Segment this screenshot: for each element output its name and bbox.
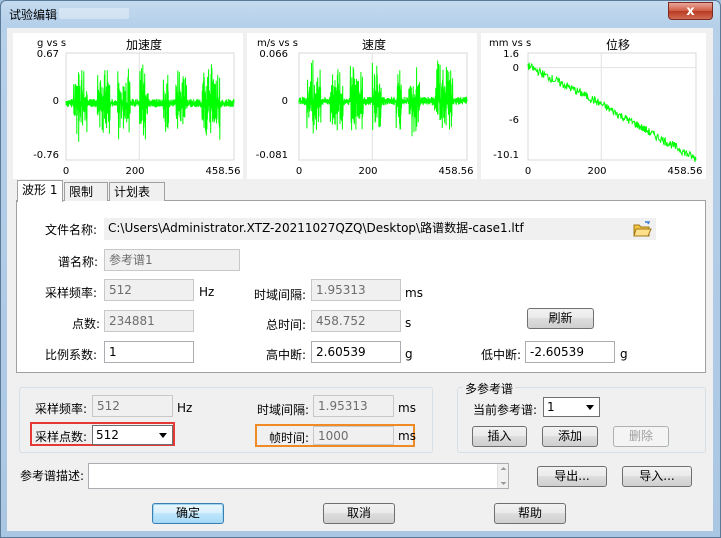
description-label: 参考谱描述:: [20, 469, 85, 483]
y-tick-label: 0: [282, 96, 288, 107]
x-tick-label: 458.56: [668, 166, 703, 177]
chart-displacement-svg: mm vs s 位移 1.6 0 -6 -10.1 0 200 458.56: [489, 37, 703, 177]
y-tick-label: 0.67: [37, 49, 59, 60]
high-abort-unit: g: [405, 347, 413, 361]
y-tick-label: 0: [53, 96, 59, 107]
series-line: [527, 62, 697, 162]
tab-limits[interactable]: 限制 1: [64, 182, 108, 217]
scale-field[interactable]: 1: [104, 341, 194, 363]
y-tick-label: -0.081: [256, 150, 288, 161]
tab-schedule[interactable]: 计划表 1: [109, 182, 165, 217]
sampling-rate-label: 采样频率:: [35, 402, 88, 416]
chart-displacement: mm vs s 位移 1.6 0 -6 -10.1 0 200 458.56: [481, 33, 706, 179]
folder-icon-svg: [633, 221, 652, 237]
high-abort-field[interactable]: 2.60539: [311, 341, 401, 363]
chart-plot-area: [65, 52, 235, 161]
chart-velocity: m/s vs s 速度 0.066 0 -0.081 0 200 458.56: [247, 33, 477, 179]
chart-acceleration: g vs s 加速度 0.67 0 -0.76 0 200 458.56: [13, 33, 243, 179]
close-button[interactable]: x: [668, 2, 713, 20]
sample-rate-unit: Hz: [199, 285, 215, 299]
y-tick-label: 0: [513, 63, 519, 74]
chart-title: 位移: [606, 37, 630, 52]
time-interval-field[interactable]: 1.95313: [311, 279, 401, 301]
y-tick-label: 0.066: [259, 49, 288, 60]
sampling-interval-field[interactable]: 1.95313: [313, 395, 394, 417]
export-button[interactable]: 导出...: [537, 466, 607, 487]
frame-time-unit: ms: [398, 429, 416, 443]
sampling-rate-unit: Hz: [177, 401, 193, 415]
x-tick-label: 200: [358, 166, 377, 177]
frame-time-field[interactable]: 1000: [313, 426, 394, 445]
low-abort-field[interactable]: -2.60539: [525, 341, 615, 363]
add-button[interactable]: 添加: [542, 426, 598, 447]
chart-unit-label: m/s vs s: [257, 38, 298, 49]
current-ref-label: 当前参考谱:: [473, 403, 538, 417]
insert-button[interactable]: 插入: [472, 426, 527, 447]
file-name-label: 文件名称:: [45, 223, 98, 237]
chart-title: 速度: [362, 37, 386, 52]
tab-waveform[interactable]: 波形 1: [17, 180, 63, 202]
sampling-points-label: 采样点数:: [35, 430, 88, 444]
chevron-down-icon: [586, 405, 594, 410]
multi-ref-title: 多参考谱: [463, 380, 516, 397]
series-line: [298, 59, 468, 137]
window-title: 试验编辑: [9, 8, 58, 22]
sampling-points-value: 512: [96, 428, 119, 442]
scale-label: 比例系数:: [45, 348, 98, 362]
total-time-field[interactable]: 458.752: [311, 310, 401, 332]
x-tick-label: 200: [587, 166, 606, 177]
sample-rate-field[interactable]: 512: [104, 279, 194, 301]
chart-velocity-svg: m/s vs s 速度 0.066 0 -0.081 0 200 458.56: [256, 37, 474, 177]
chart-acceleration-svg: g vs s 加速度 0.67 0 -0.76 0 200 458.56: [33, 37, 241, 177]
chart-title: 加速度: [126, 37, 162, 52]
frame-time-label: 帧时间:: [269, 431, 310, 445]
series-line: [65, 64, 235, 142]
x-tick-label: 200: [125, 166, 144, 177]
refresh-button[interactable]: 刷新: [527, 308, 594, 329]
spec-name-label: 谱名称:: [58, 255, 99, 269]
high-abort-label: 高中断:: [266, 348, 307, 362]
low-abort-unit: g: [620, 347, 628, 361]
time-interval-label: 时域间隔:: [254, 288, 307, 302]
y-tick-label: -10.1: [493, 150, 519, 161]
points-label: 点数:: [72, 317, 101, 331]
file-path-field: C:\Users\Administrator.XTZ-20211027QZQ\D…: [104, 218, 656, 240]
y-tick-label: -0.76: [33, 150, 59, 161]
chart-unit-label: g vs s: [37, 38, 66, 49]
sampling-interval-unit: ms: [398, 401, 416, 415]
cancel-button[interactable]: 取消: [323, 503, 395, 524]
current-ref-select[interactable]: 1: [543, 397, 600, 417]
spec-name-field[interactable]: 参考谱1: [104, 249, 240, 271]
total-time-unit: s: [405, 316, 412, 330]
current-ref-value: 1: [547, 400, 555, 414]
scroll-arrows-icon: [500, 467, 507, 485]
chart-plot-area: [298, 52, 468, 161]
chart-plot-area: [527, 52, 697, 162]
title-blurred-text: [59, 8, 129, 19]
chart-unit-label: mm vs s: [489, 38, 531, 49]
chevron-down-icon: [159, 433, 167, 438]
low-abort-label: 低中断:: [481, 348, 522, 362]
x-tick-label: 0: [63, 166, 69, 177]
description-textarea[interactable]: [88, 463, 509, 489]
sampling-rate-field[interactable]: 512: [92, 395, 173, 417]
sample-rate-label: 采样频率:: [45, 286, 98, 300]
open-folder-icon[interactable]: [631, 219, 653, 239]
sampling-interval-label: 时域间隔:: [257, 403, 310, 417]
x-tick-label: 458.56: [206, 166, 241, 177]
time-interval-unit: ms: [405, 286, 423, 300]
delete-button[interactable]: 删除: [613, 426, 669, 447]
x-tick-label: 0: [296, 166, 302, 177]
y-tick-label: -6: [509, 115, 519, 126]
import-button[interactable]: 导入...: [622, 466, 692, 487]
x-tick-label: 0: [525, 166, 531, 177]
x-tick-label: 458.56: [439, 166, 474, 177]
sampling-points-select[interactable]: 512: [92, 425, 173, 445]
points-field[interactable]: 234881: [104, 310, 194, 332]
description-scrollbar[interactable]: [497, 464, 508, 488]
ok-button[interactable]: 确定: [152, 503, 224, 524]
help-button[interactable]: 帮助: [494, 503, 566, 524]
total-time-label: 总时间:: [266, 318, 307, 332]
y-tick-label: 1.6: [503, 49, 519, 60]
